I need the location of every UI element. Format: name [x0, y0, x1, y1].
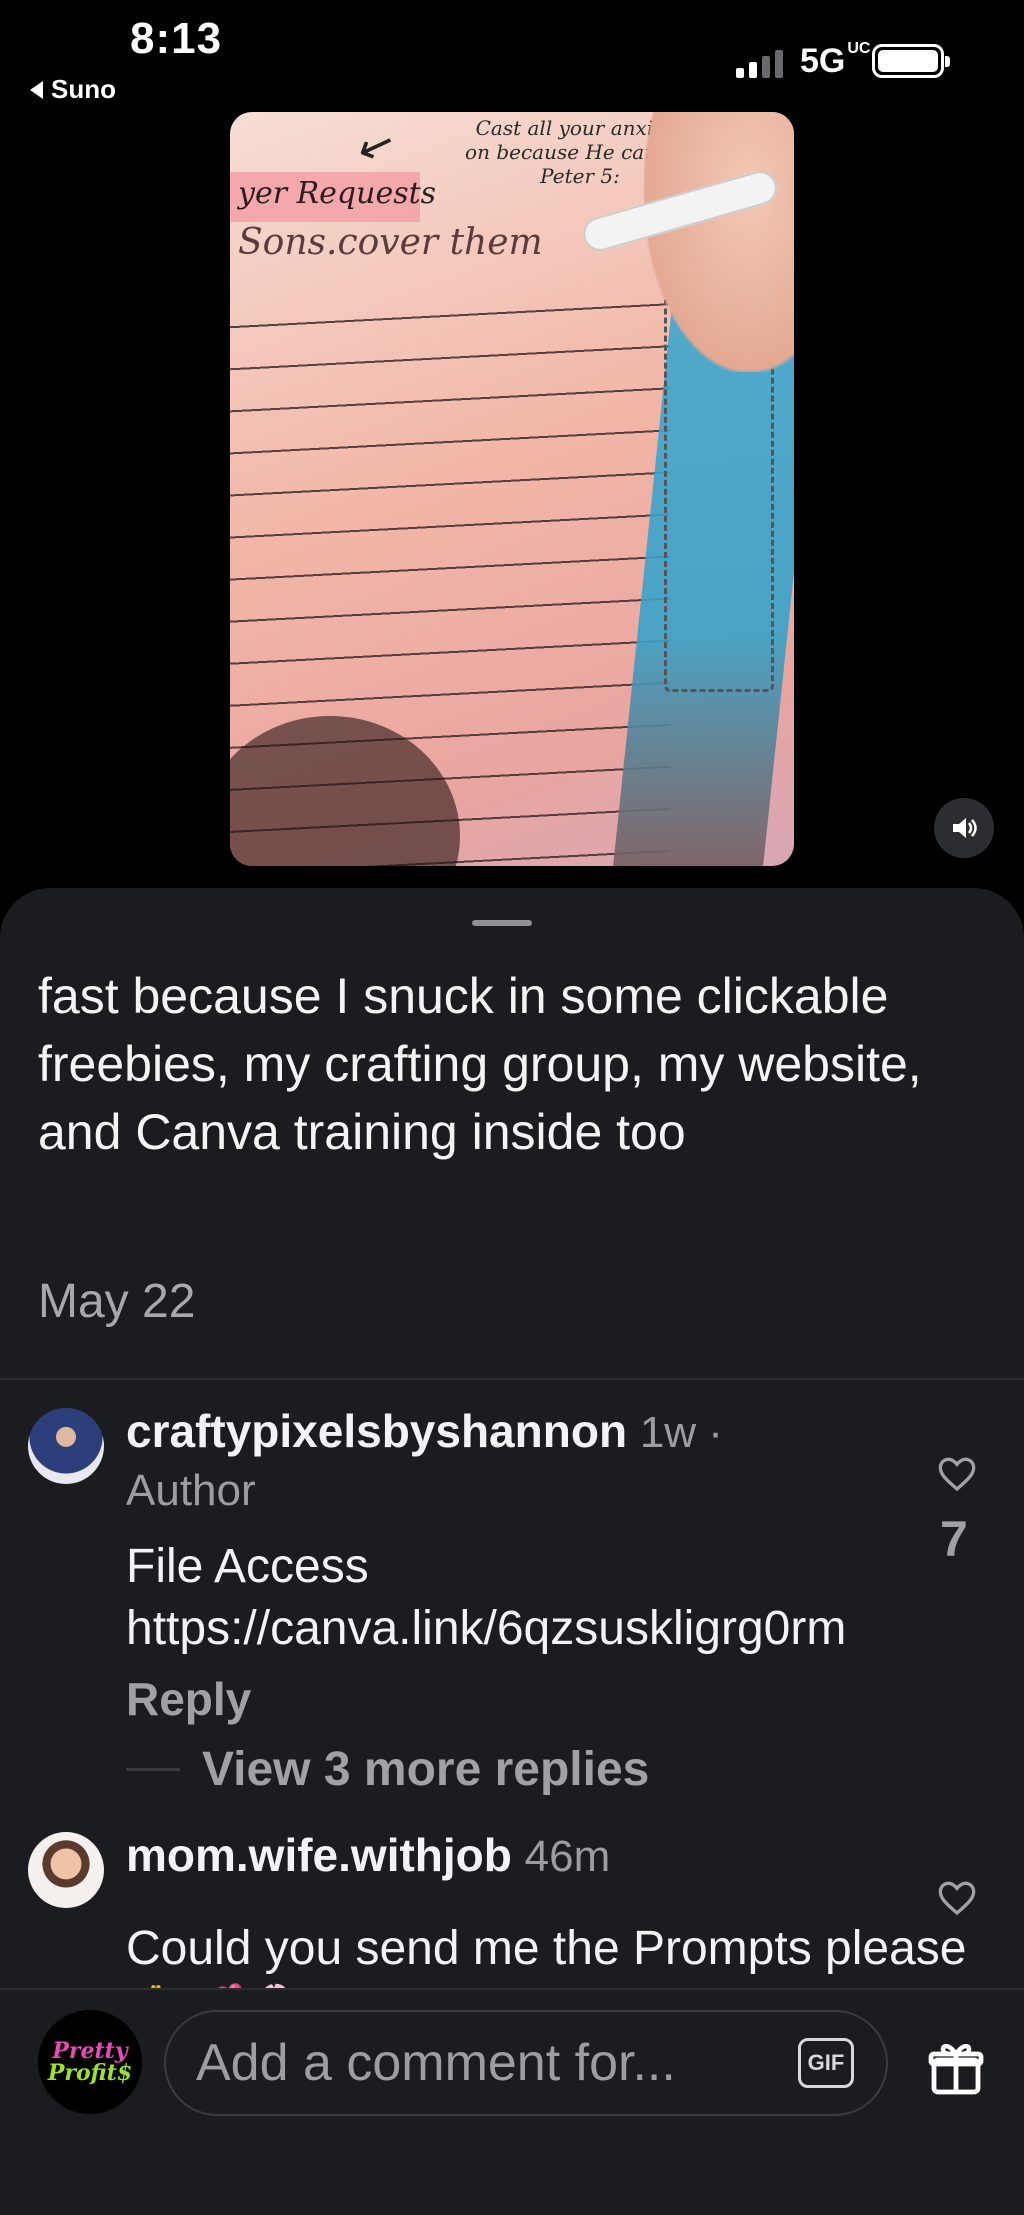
video-written-text: Sons.cover them — [238, 222, 543, 263]
replies-line — [126, 1768, 180, 1771]
author-badge: Author — [126, 1466, 256, 1515]
heart-icon[interactable] — [937, 1454, 977, 1494]
avatar-logo-line2: Profit$ — [47, 2060, 133, 2086]
comment-username[interactable]: mom.wife.withjob 46m — [126, 1828, 610, 1882]
back-app-label: Suno — [51, 74, 116, 104]
signal-icon — [736, 48, 783, 78]
comment-text: File Access https://canva.link/6qzsuskli… — [126, 1540, 847, 1655]
comment-placeholder: Add a comment for... — [196, 2034, 676, 2092]
back-to-app[interactable]: Suno — [30, 74, 116, 105]
post-date: May 22 — [38, 1275, 196, 1328]
comment-clip: Could you send me the Prompts please 🙏💕🌸 — [0, 1918, 1024, 1988]
comment-time: 46m — [524, 1832, 611, 1881]
my-avatar[interactable]: Pretty Profit$ — [38, 2010, 142, 2114]
status-time: 8:13 — [130, 14, 223, 63]
avatar[interactable] — [28, 1408, 104, 1484]
reply-button[interactable]: Reply — [126, 1672, 251, 1726]
comment-text: Could you send me the Prompts please 🙏💕🌸 — [126, 1922, 967, 1988]
divider — [0, 1378, 1024, 1380]
speaker-icon — [953, 818, 977, 838]
video-label-text: yer Requests — [238, 176, 437, 211]
sheet-grabber[interactable] — [472, 920, 532, 926]
video-player[interactable]: yer Requests Cast all your anxiety on be… — [230, 112, 794, 866]
view-more-label: View 3 more replies — [202, 1743, 650, 1796]
arrow-sketch-icon: ↙ — [350, 116, 403, 175]
battery-icon — [872, 44, 950, 78]
volume-button[interactable] — [934, 798, 994, 858]
gift-icon[interactable] — [926, 2038, 986, 2098]
post-caption: fast because I snuck in some clickable f… — [38, 968, 922, 1160]
avatar[interactable] — [28, 1832, 104, 1908]
heart-icon[interactable] — [937, 1878, 977, 1918]
gif-button[interactable]: GIF — [798, 2038, 854, 2088]
comment-username[interactable]: craftypixelsbyshannon 1w · — [126, 1404, 723, 1458]
comment-input[interactable]: Add a comment for... GIF — [164, 2010, 888, 2116]
comments-sheet: fast because I snuck in some clickable f… — [0, 888, 1024, 2215]
view-more-replies[interactable]: View 3 more replies — [126, 1742, 649, 1797]
hand-image — [644, 112, 794, 372]
like-count: 7 — [940, 1511, 968, 1567]
back-triangle-icon — [30, 80, 43, 99]
avatar-logo-line1: Pretty — [52, 2038, 128, 2064]
comment-time: 1w · — [639, 1408, 723, 1457]
network-type: 5G UC — [800, 40, 871, 81]
comment-bar: Pretty Profit$ Add a comment for... GIF — [0, 1988, 1024, 2215]
